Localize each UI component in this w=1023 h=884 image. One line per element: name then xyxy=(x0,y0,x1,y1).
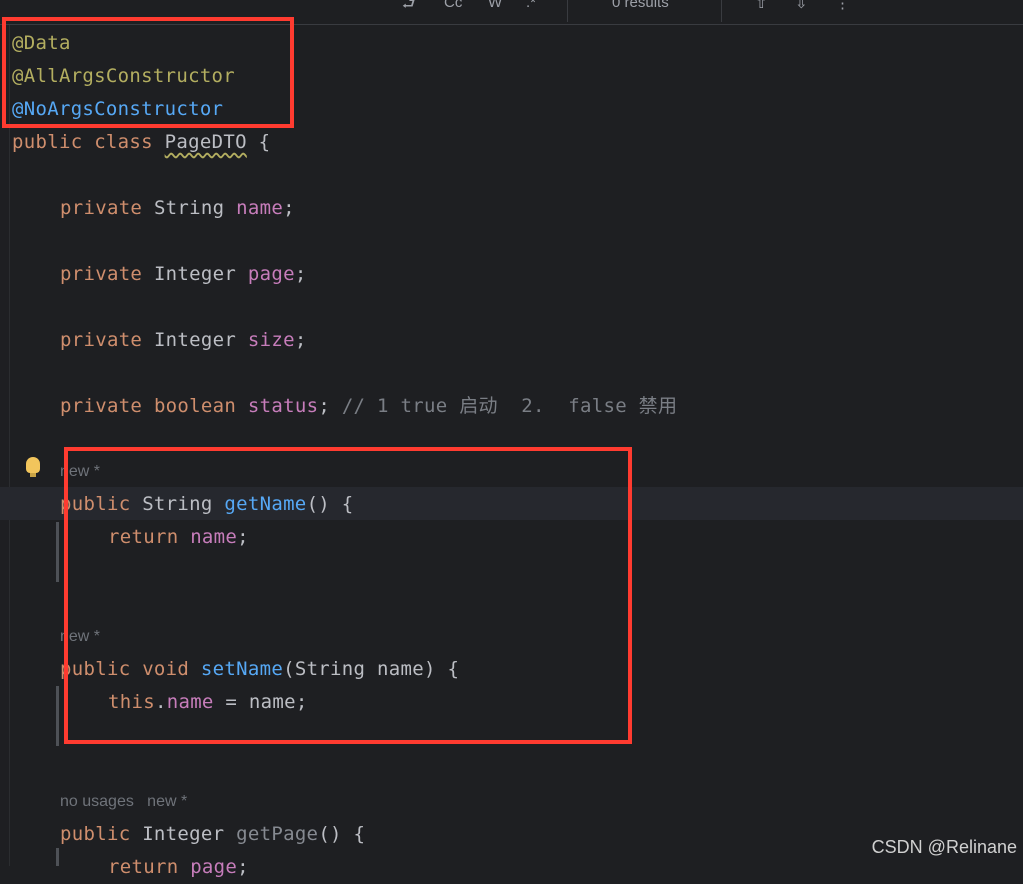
inlay-hint-setname[interactable]: new * xyxy=(60,626,100,648)
next-occurrence-icon[interactable]: ⇩ xyxy=(795,0,808,12)
semicolon: ; xyxy=(294,329,307,351)
field-page: private Integer page; xyxy=(60,258,307,291)
find-toolbar: ⮐ Cc W .* 0 results ⇧ ⇩ ⋮ xyxy=(0,0,1023,25)
kw-public: public xyxy=(60,658,131,680)
method-name: setName xyxy=(200,658,284,680)
line-comment: // 1 true 启动 2. false 禁用 xyxy=(341,395,678,417)
method-params: () { xyxy=(306,493,354,515)
method-name: getName xyxy=(224,493,307,515)
kw-public: public xyxy=(60,493,131,515)
brace-scope-marker xyxy=(56,848,59,866)
annotation-allargs: @AllArgsConstructor xyxy=(12,65,236,87)
brace-scope-marker xyxy=(56,522,59,582)
return-type: void xyxy=(142,658,190,680)
words-icon[interactable]: W xyxy=(488,0,502,11)
method-getname-signature: public String getName() { xyxy=(60,488,354,521)
more-icon[interactable]: ⋮ xyxy=(835,0,850,12)
semicolon: ; xyxy=(237,856,249,878)
field-size: private Integer size; xyxy=(60,324,307,357)
method-getpage-signature: public Integer getPage() { xyxy=(60,818,365,851)
match-case-icon[interactable]: Cc xyxy=(444,0,462,11)
kw-public: public xyxy=(12,131,83,153)
field-type: Integer xyxy=(153,263,237,285)
method-params: () { xyxy=(318,823,366,845)
kw-return: return xyxy=(108,526,179,548)
kw-return: return xyxy=(108,856,179,878)
field-type: boolean xyxy=(153,395,237,417)
field-name: private String name; xyxy=(60,192,295,225)
prev-occurrence-icon[interactable]: ⇧ xyxy=(755,0,768,12)
toolbar-divider xyxy=(721,0,722,22)
field-ref: name xyxy=(166,691,214,713)
field-ref: name xyxy=(190,526,238,548)
field-modifier: private xyxy=(60,263,143,285)
method-name: getPage xyxy=(236,823,319,845)
annotation-data: @Data xyxy=(12,32,71,54)
method-setname-signature: public void setName(String name) { xyxy=(60,653,459,686)
brace-scope-marker xyxy=(56,686,59,746)
lightbulb-icon[interactable] xyxy=(26,457,40,477)
return-type: String xyxy=(142,493,213,515)
inlay-hint-getname[interactable]: new * xyxy=(60,461,100,483)
open-brace: { xyxy=(258,131,271,153)
field-identifier: size xyxy=(247,329,295,351)
field-type: String xyxy=(153,197,225,219)
class-name: PageDTO xyxy=(164,131,247,153)
field-identifier: name xyxy=(236,197,284,219)
annotation-noargs: @NoArgsConstructor xyxy=(12,98,224,120)
search-results-count: 0 results xyxy=(612,0,669,11)
field-modifier: private xyxy=(60,395,143,417)
kw-this: this xyxy=(108,691,155,713)
method-params: (String name) { xyxy=(283,658,460,680)
replace-icon[interactable]: ⮐ xyxy=(402,0,416,19)
semicolon: ; xyxy=(283,197,295,219)
field-modifier: private xyxy=(60,329,143,351)
semicolon: ; xyxy=(318,395,331,417)
field-ref: page xyxy=(190,856,238,878)
regex-icon[interactable]: .* xyxy=(526,0,536,11)
assignment: = name; xyxy=(213,691,308,713)
inlay-hint-getpage[interactable]: no usages new * xyxy=(60,791,187,813)
field-modifier: private xyxy=(60,197,143,219)
semicolon: ; xyxy=(237,526,249,548)
kw-class: class xyxy=(94,131,153,153)
kw-public: public xyxy=(60,823,131,845)
watermark: CSDN @Relinane xyxy=(871,837,1017,857)
field-type: Integer xyxy=(153,329,237,351)
semicolon: ; xyxy=(294,263,307,285)
editor-gutter xyxy=(9,25,10,866)
method-getname-body: return name; xyxy=(108,521,249,554)
return-type: Integer xyxy=(142,823,225,845)
class-declaration: public class PageDTO { xyxy=(12,126,270,159)
field-identifier: status xyxy=(247,395,319,417)
field-status: private boolean status; // 1 true 启动 2. … xyxy=(60,390,677,423)
field-identifier: page xyxy=(247,263,295,285)
method-getpage-body: return page; xyxy=(108,851,249,884)
method-setname-body: this.name = name; xyxy=(108,691,308,713)
toolbar-divider xyxy=(567,0,568,22)
